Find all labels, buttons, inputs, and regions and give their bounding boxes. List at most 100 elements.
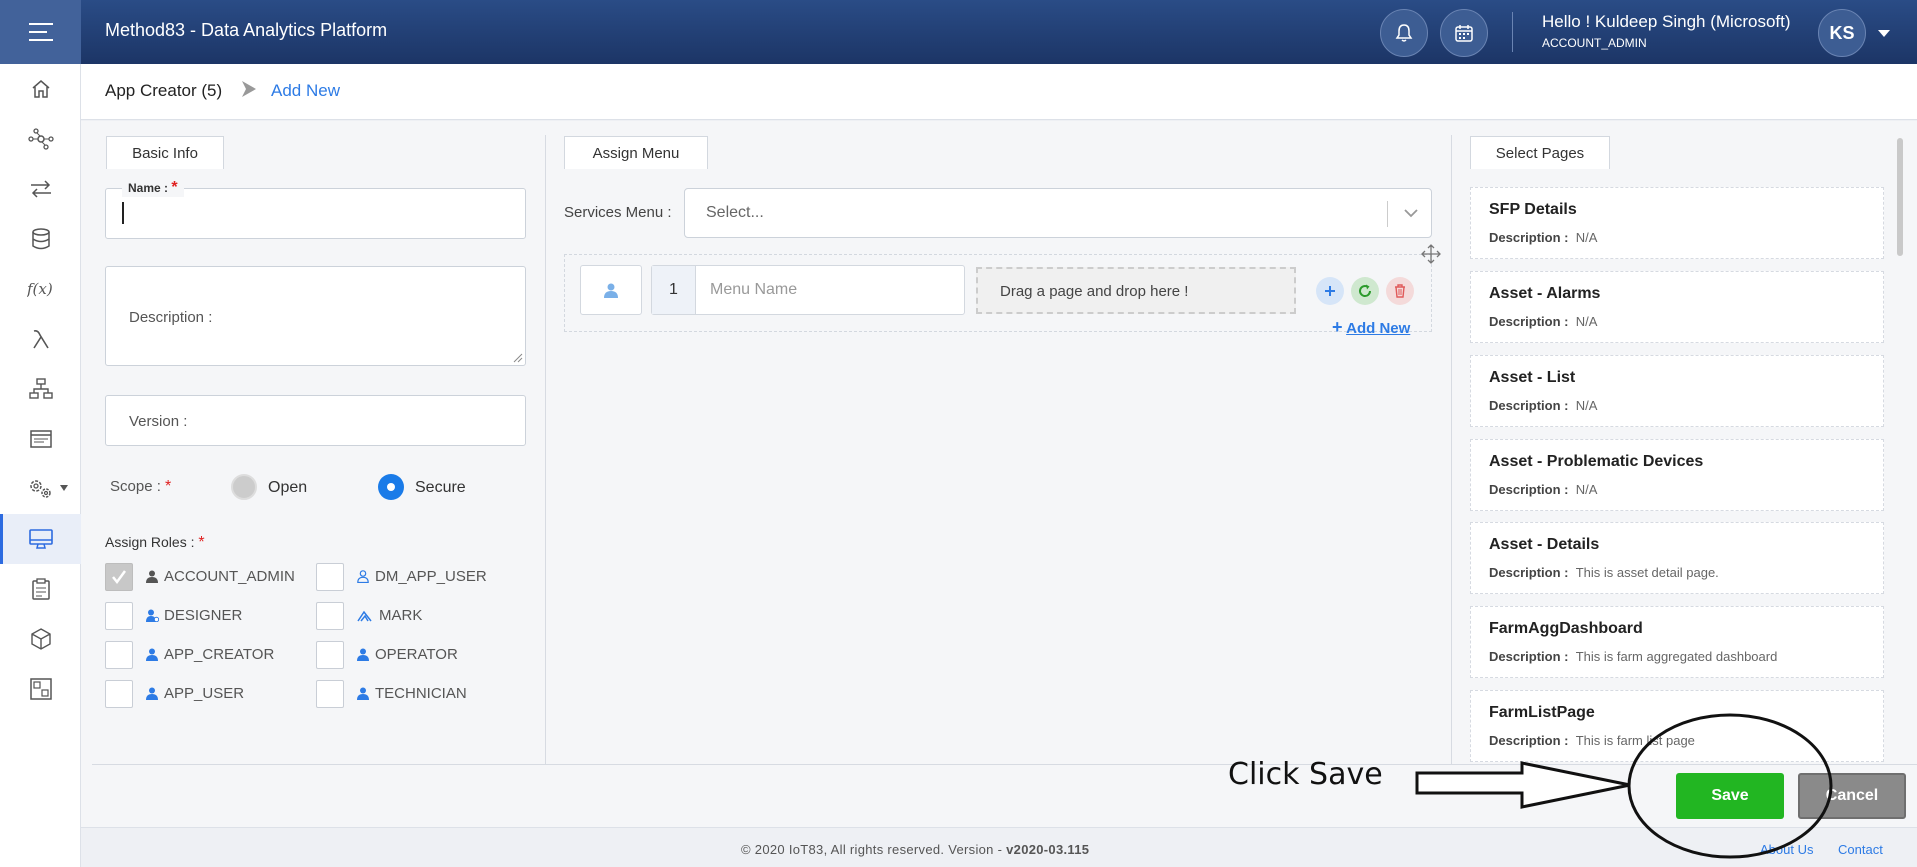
user-icon — [357, 687, 369, 700]
select-separator — [1387, 201, 1388, 227]
sidebar-item-settings[interactable] — [0, 464, 81, 514]
tab-basic-info[interactable]: Basic Info — [106, 136, 224, 169]
description-label: Description : — [129, 309, 213, 326]
sidebar-item-hierarchy[interactable] — [0, 364, 81, 414]
page-card[interactable]: Asset - List Description : N/A — [1470, 355, 1884, 427]
sidebar-item-transfer[interactable] — [0, 164, 81, 214]
role-checkbox-designer[interactable] — [105, 602, 133, 630]
avatar[interactable]: KS — [1818, 9, 1866, 57]
user-menu-caret-icon[interactable] — [1878, 30, 1890, 37]
menu-icon-picker[interactable] — [580, 265, 642, 315]
page-description: Description : N/A — [1489, 482, 1598, 497]
role-label-operator: OPERATOR — [375, 646, 458, 663]
pages-scrollbar[interactable] — [1897, 138, 1903, 256]
cancel-button[interactable]: Cancel — [1798, 773, 1906, 819]
chevron-down-icon — [1404, 209, 1418, 218]
breadcrumb-arrow-icon — [242, 81, 256, 97]
sidebar-item-network[interactable] — [0, 114, 81, 164]
about-us-link[interactable]: About Us — [1760, 842, 1813, 857]
sidebar-item-database[interactable] — [0, 214, 81, 264]
services-menu-select[interactable]: Select... — [684, 188, 1432, 238]
save-button[interactable]: Save — [1676, 773, 1784, 819]
menu-name-placeholder: Menu Name — [710, 281, 798, 298]
delete-menu-button[interactable] — [1386, 277, 1414, 305]
tab-assign-menu[interactable]: Assign Menu — [564, 136, 708, 169]
drop-zone-text: Drag a page and drop here ! — [1000, 283, 1189, 300]
cube-icon — [30, 628, 51, 650]
page-card[interactable]: Asset - Details Description : This is as… — [1470, 522, 1884, 594]
drag-move-icon[interactable] — [1421, 244, 1441, 264]
menu-name-field[interactable]: 1 Menu Name — [651, 265, 965, 315]
role-checkbox-dm-app-user[interactable] — [316, 563, 344, 591]
refresh-icon — [1359, 284, 1372, 297]
role-label-app-creator: APP_CREATOR — [164, 646, 275, 663]
page-title: Asset - Alarms — [1489, 285, 1601, 302]
sidebar-item-app-creator[interactable] — [0, 514, 81, 564]
page-card[interactable]: FarmAggDashboard Description : This is f… — [1470, 606, 1884, 678]
sidebar-item-home[interactable] — [0, 64, 81, 114]
page-description: Description : N/A — [1489, 230, 1598, 245]
scope-secure-radio[interactable] — [378, 474, 404, 500]
notifications-button[interactable] — [1380, 9, 1428, 57]
home-icon — [32, 80, 49, 98]
lambda-icon — [32, 330, 49, 349]
user-outline-icon — [357, 570, 369, 583]
page-card[interactable]: SFP Details Description : N/A — [1470, 187, 1884, 259]
svg-text:f(x): f(x) — [27, 280, 53, 298]
clipboard-icon — [31, 578, 50, 600]
breadcrumb: App Creator (5) Add New — [81, 64, 1917, 120]
role-label-account-admin: ACCOUNT_ADMIN — [164, 568, 295, 585]
assign-roles-label: Assign Roles : * — [105, 534, 205, 551]
sidebar-item-function[interactable]: f(x) — [0, 264, 81, 314]
role-checkbox-mark[interactable] — [316, 602, 344, 630]
scope-open-radio[interactable] — [231, 474, 257, 500]
page-title: Asset - List — [1489, 369, 1576, 386]
sidebar-item-lambda[interactable] — [0, 314, 81, 364]
column-divider — [1451, 135, 1452, 765]
add-new-menu-link[interactable]: + Add New — [1332, 317, 1410, 338]
role-label-dm-app-user: DM_APP_USER — [375, 568, 487, 585]
header-divider — [1512, 12, 1513, 52]
page-card[interactable]: FarmListPage Description : This is farm … — [1470, 690, 1884, 762]
refresh-menu-button[interactable] — [1351, 277, 1379, 305]
role-checkbox-app-creator[interactable] — [105, 641, 133, 669]
column-divider — [545, 135, 546, 765]
plus-icon — [1325, 286, 1335, 296]
network-icon — [27, 128, 54, 150]
page-title: FarmAggDashboard — [1489, 620, 1643, 637]
sidebar-item-dashboard[interactable] — [0, 664, 81, 714]
settings-gear-icon — [29, 480, 51, 498]
user-greeting: Hello ! Kuldeep Singh (Microsoft) — [1542, 12, 1791, 31]
sidebar-item-cube[interactable] — [0, 614, 81, 664]
version-label: Version : — [129, 413, 188, 430]
role-checkbox-account-admin[interactable] — [105, 563, 133, 591]
database-icon — [31, 228, 50, 250]
role-label-designer: DESIGNER — [164, 607, 243, 624]
sidebar-item-window[interactable] — [0, 414, 81, 464]
page-description: Description : This is farm list page — [1489, 733, 1695, 748]
role-label-technician: TECHNICIAN — [375, 685, 467, 702]
contact-link[interactable]: Contact — [1838, 842, 1883, 857]
page-card[interactable]: Asset - Alarms Description : N/A — [1470, 271, 1884, 343]
role-checkbox-app-user[interactable] — [105, 680, 133, 708]
page-card[interactable]: Asset - Problematic Devices Description … — [1470, 439, 1884, 511]
window-icon — [29, 430, 52, 448]
page-description: Description : This is farm aggregated da… — [1489, 649, 1778, 664]
add-menu-button[interactable] — [1316, 277, 1344, 305]
breadcrumb-app-creator[interactable]: App Creator (5) — [105, 81, 222, 101]
menu-toggle-button[interactable] — [0, 0, 81, 64]
tab-select-pages[interactable]: Select Pages — [1470, 136, 1610, 169]
resize-handle-icon[interactable] — [513, 353, 523, 363]
user-icon — [146, 570, 158, 583]
text-cursor — [122, 202, 124, 224]
sidebar-item-clipboard[interactable] — [0, 564, 81, 614]
action-bar-divider — [92, 764, 1917, 765]
role-checkbox-technician[interactable] — [316, 680, 344, 708]
role-checkbox-operator[interactable] — [316, 641, 344, 669]
calendar-icon — [1455, 25, 1473, 42]
hierarchy-icon — [28, 378, 53, 399]
page-title: Asset - Details — [1489, 536, 1600, 553]
calendar-button[interactable] — [1440, 9, 1488, 57]
page-drop-zone[interactable]: Drag a page and drop here ! — [976, 267, 1296, 314]
services-menu-label: Services Menu : — [564, 204, 672, 221]
